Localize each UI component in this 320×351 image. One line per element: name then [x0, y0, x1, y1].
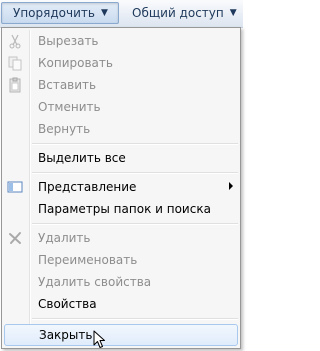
delete-x-icon [7, 230, 23, 246]
menu-item-cut[interactable]: Вырезать [4, 30, 238, 52]
menu-item-label: Свойства [38, 297, 97, 311]
organize-button[interactable]: Упорядочить ▼ [1, 2, 119, 24]
menu-item-properties[interactable]: Свойства [4, 293, 238, 315]
clipboard-icon [7, 77, 23, 93]
menu-item-label: Удалить [38, 231, 91, 245]
menu-item-undo[interactable]: Отменить [4, 96, 238, 118]
menu-item-label: Вернуть [38, 122, 91, 136]
organize-menu: Вырезать Копировать Вставить Отменить Ве… [1, 27, 241, 349]
menu-separator [32, 223, 238, 225]
menu-item-label: Представление [38, 180, 137, 194]
menu-item-label: Копировать [38, 56, 113, 70]
menu-item-label: Выделить все [38, 151, 126, 165]
scissors-icon [7, 33, 23, 49]
menu-item-label: Вырезать [38, 34, 99, 48]
menu-separator [32, 318, 238, 320]
menu-item-label: Переименовать [38, 253, 138, 267]
share-button[interactable]: Общий доступ ▼ [122, 2, 242, 24]
copy-icon [7, 55, 23, 71]
menu-item-label: Параметры папок и поиска [38, 202, 211, 216]
layout-pane-icon [7, 179, 23, 195]
menu-item-layout[interactable]: Представление [4, 176, 238, 198]
submenu-arrow-icon [229, 182, 233, 190]
menu-item-folder-options[interactable]: Параметры папок и поиска [4, 198, 238, 220]
menu-item-label: Вставить [38, 78, 97, 92]
menu-item-rename[interactable]: Переименовать [4, 249, 238, 271]
menu-item-close[interactable]: Закрыть [4, 324, 238, 346]
menu-item-label: Закрыть [39, 328, 93, 342]
menu-separator [32, 172, 238, 174]
menu-item-paste[interactable]: Вставить [4, 74, 238, 96]
menu-item-remove-properties[interactable]: Удалить свойства [4, 271, 238, 293]
organize-label: Упорядочить [13, 6, 95, 20]
command-toolbar: Упорядочить ▼ Общий доступ ▼ [0, 0, 243, 28]
menu-item-select-all[interactable]: Выделить все [4, 147, 238, 169]
menu-item-redo[interactable]: Вернуть [4, 118, 238, 140]
chevron-down-icon: ▼ [229, 8, 237, 18]
menu-separator [32, 143, 238, 145]
menu-item-copy[interactable]: Копировать [4, 52, 238, 74]
menu-item-label: Отменить [38, 100, 101, 114]
menu-item-label: Удалить свойства [38, 275, 152, 289]
mouse-pointer-icon [93, 330, 105, 348]
chevron-down-icon: ▼ [100, 8, 108, 18]
menu-item-delete[interactable]: Удалить [4, 227, 238, 249]
share-label: Общий доступ [132, 6, 224, 20]
